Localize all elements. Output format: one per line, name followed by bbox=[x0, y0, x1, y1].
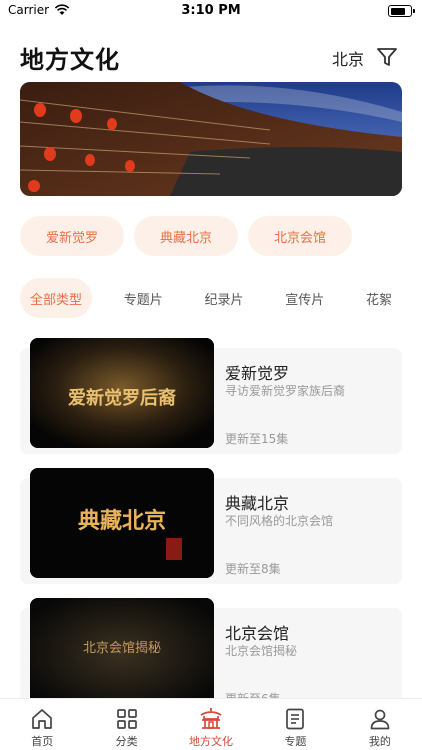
video-subtitle: 寻访爱新觉罗家族后裔 bbox=[225, 384, 346, 398]
city-selector[interactable]: 北京 bbox=[332, 46, 364, 70]
banner-image[interactable] bbox=[20, 82, 402, 196]
user-icon bbox=[370, 709, 390, 730]
video-card[interactable]: 北京会馆揭秘 北京会馆 北京会馆揭秘 更新至6集 bbox=[20, 598, 402, 714]
bottom-tab-bar: 首页 分类 地方文化 专题 我的 bbox=[0, 698, 422, 750]
tab-label: 首页 bbox=[31, 735, 54, 748]
seal-stamp bbox=[166, 538, 182, 560]
quick-chips: 爱新觉罗 典藏北京 北京会馆 bbox=[20, 216, 352, 256]
video-subtitle: 北京会馆揭秘 bbox=[225, 644, 298, 658]
type-tabs: 全部类型 专题片 纪录片 宣传片 花絮 bbox=[20, 278, 402, 318]
thumbnail-art: 爱新觉罗后裔 bbox=[30, 338, 214, 448]
battery-level bbox=[390, 7, 405, 15]
tab-local-culture[interactable]: 地方文化 bbox=[169, 699, 253, 750]
thumbnail-caption: 典藏北京 bbox=[78, 508, 166, 534]
video-update-status: 更新至8集 bbox=[225, 562, 281, 576]
grid-icon bbox=[116, 709, 137, 729]
filter-icon[interactable] bbox=[376, 46, 398, 68]
video-thumbnail[interactable]: 北京会馆揭秘 bbox=[30, 598, 214, 708]
thumbnail-caption: 爱新觉罗后裔 bbox=[68, 387, 176, 409]
video-subtitle: 不同风格的北京会馆 bbox=[225, 514, 334, 528]
thumbnail-art: 典藏北京 bbox=[30, 468, 214, 578]
tab-category[interactable]: 分类 bbox=[84, 699, 168, 750]
tab-label: 专题 bbox=[284, 735, 307, 748]
page-title: 地方文化 bbox=[20, 46, 120, 74]
tab-documentary[interactable]: 纪录片 bbox=[194, 278, 253, 318]
tab-home[interactable]: 首页 bbox=[0, 699, 84, 750]
tulou-photo bbox=[20, 82, 402, 196]
tab-feature[interactable]: 专题片 bbox=[114, 278, 173, 318]
video-title: 北京会馆 bbox=[225, 624, 290, 643]
tab-mine[interactable]: 我的 bbox=[338, 699, 422, 750]
chip-diancang-beijing[interactable]: 典藏北京 bbox=[134, 216, 238, 256]
document-icon bbox=[286, 708, 305, 730]
video-title: 典藏北京 bbox=[225, 494, 290, 513]
thumbnail-caption: 北京会馆揭秘 bbox=[83, 641, 161, 656]
video-thumbnail[interactable]: 典藏北京 bbox=[30, 468, 214, 578]
status-time: 3:10 PM bbox=[181, 3, 241, 18]
video-card[interactable]: 爱新觉罗后裔 爱新觉罗 寻访爱新觉罗家族后裔 更新至15集 bbox=[20, 338, 402, 454]
tab-all-types[interactable]: 全部类型 bbox=[20, 278, 93, 318]
thumbnail-art: 北京会馆揭秘 bbox=[30, 598, 214, 708]
video-thumbnail[interactable]: 爱新觉罗后裔 bbox=[30, 338, 214, 448]
tab-label: 地方文化 bbox=[189, 735, 234, 748]
tab-label: 分类 bbox=[115, 735, 138, 748]
video-update-status: 更新至15集 bbox=[225, 432, 289, 446]
tab-promo[interactable]: 宣传片 bbox=[275, 278, 334, 318]
battery-icon bbox=[388, 5, 415, 17]
video-list: 爱新觉罗后裔 爱新觉罗 寻访爱新觉罗家族后裔 更新至15集 典藏北京 典藏北京 … bbox=[20, 338, 402, 728]
status-bar: Carrier 3:10 PM bbox=[0, 0, 422, 24]
video-card[interactable]: 典藏北京 典藏北京 不同风格的北京会馆 更新至8集 bbox=[20, 468, 402, 584]
tab-topics[interactable]: 专题 bbox=[253, 699, 337, 750]
pavilion-icon bbox=[200, 708, 222, 729]
chip-beijing-huiguan[interactable]: 北京会馆 bbox=[248, 216, 352, 256]
video-title: 爱新觉罗 bbox=[225, 364, 290, 383]
chip-aixinjueluo[interactable]: 爱新觉罗 bbox=[20, 216, 124, 256]
tab-label: 我的 bbox=[368, 735, 391, 748]
home-icon bbox=[32, 709, 53, 729]
tab-behind-scenes[interactable]: 花絮 bbox=[356, 278, 402, 318]
